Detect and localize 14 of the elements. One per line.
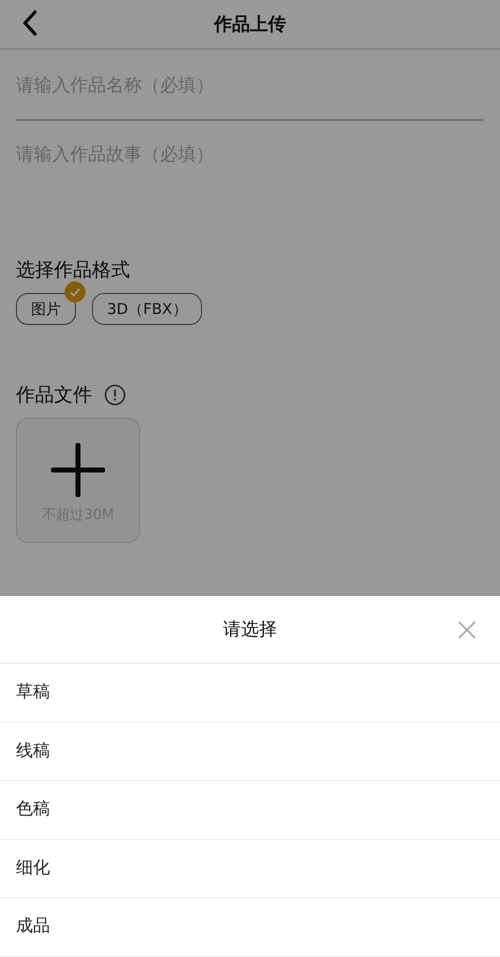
page-title: 作品上传 xyxy=(214,12,286,36)
section-label: 选择作品格式 xyxy=(16,258,131,283)
option-item[interactable]: 草稿 xyxy=(0,664,500,723)
info-icon[interactable] xyxy=(104,384,126,406)
sheet-title: 请选择 xyxy=(223,618,277,642)
section-label: 作品文件 xyxy=(16,383,92,408)
option-item[interactable]: 色稿 xyxy=(0,781,500,840)
format-chip[interactable]: 图片 xyxy=(16,292,76,325)
option-item[interactable]: 细化 xyxy=(0,840,500,898)
format-chip[interactable]: 3D（FBX） xyxy=(92,292,202,325)
check-icon xyxy=(64,280,86,302)
plus-icon xyxy=(51,442,105,496)
option-item[interactable]: 线稿 xyxy=(0,722,500,782)
option-item[interactable]: 成品 xyxy=(0,898,500,957)
